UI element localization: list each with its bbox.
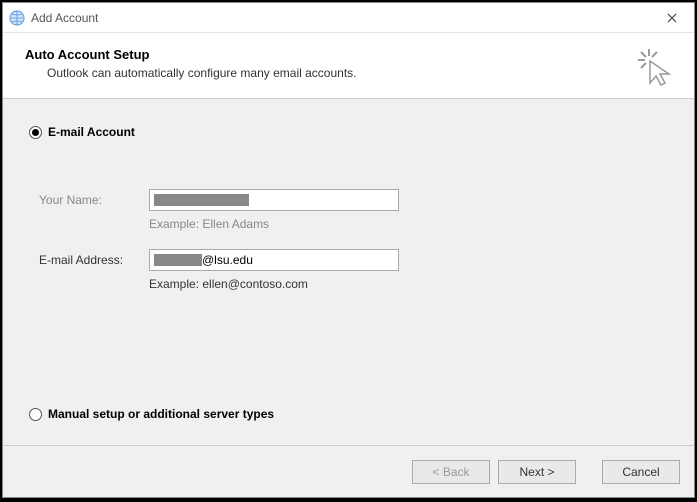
email-address-label: E-mail Address: (39, 249, 149, 267)
manual-setup-option[interactable]: Manual setup or additional server types (29, 407, 274, 421)
account-form: Your Name: Example: Ellen Adams E-mail A… (29, 189, 668, 291)
email-address-input[interactable]: @lsu.edu (149, 249, 399, 271)
email-address-example: Example: ellen@contoso.com (149, 277, 668, 291)
cursor-click-icon (636, 47, 676, 87)
your-name-example: Example: Ellen Adams (149, 217, 668, 231)
header-title: Auto Account Setup (25, 47, 672, 62)
back-button[interactable]: < Back (412, 460, 490, 484)
radio-selected-icon (29, 126, 42, 139)
manual-setup-label: Manual setup or additional server types (48, 407, 274, 421)
email-suffix: @lsu.edu (202, 253, 253, 267)
globe-icon (9, 10, 25, 26)
wizard-footer: < Back Next > Cancel (3, 445, 694, 497)
radio-unselected-icon (29, 408, 42, 421)
window-title: Add Account (31, 11, 98, 25)
wizard-content: E-mail Account Your Name: Example: Ellen… (3, 99, 694, 445)
redacted-email-prefix (154, 254, 202, 266)
your-name-input[interactable] (149, 189, 399, 211)
email-account-label: E-mail Account (48, 125, 135, 139)
cancel-button[interactable]: Cancel (602, 460, 680, 484)
redacted-name (154, 194, 249, 206)
title-bar: Add Account (3, 3, 694, 33)
add-account-dialog: Add Account Auto Account Setup Outlook c… (2, 2, 695, 498)
email-account-option[interactable]: E-mail Account (29, 125, 668, 139)
your-name-label: Your Name: (39, 189, 149, 207)
wizard-header: Auto Account Setup Outlook can automatic… (3, 33, 694, 99)
close-icon (667, 13, 677, 23)
next-button[interactable]: Next > (498, 460, 576, 484)
close-button[interactable] (650, 3, 694, 33)
header-subtitle: Outlook can automatically configure many… (25, 66, 672, 80)
